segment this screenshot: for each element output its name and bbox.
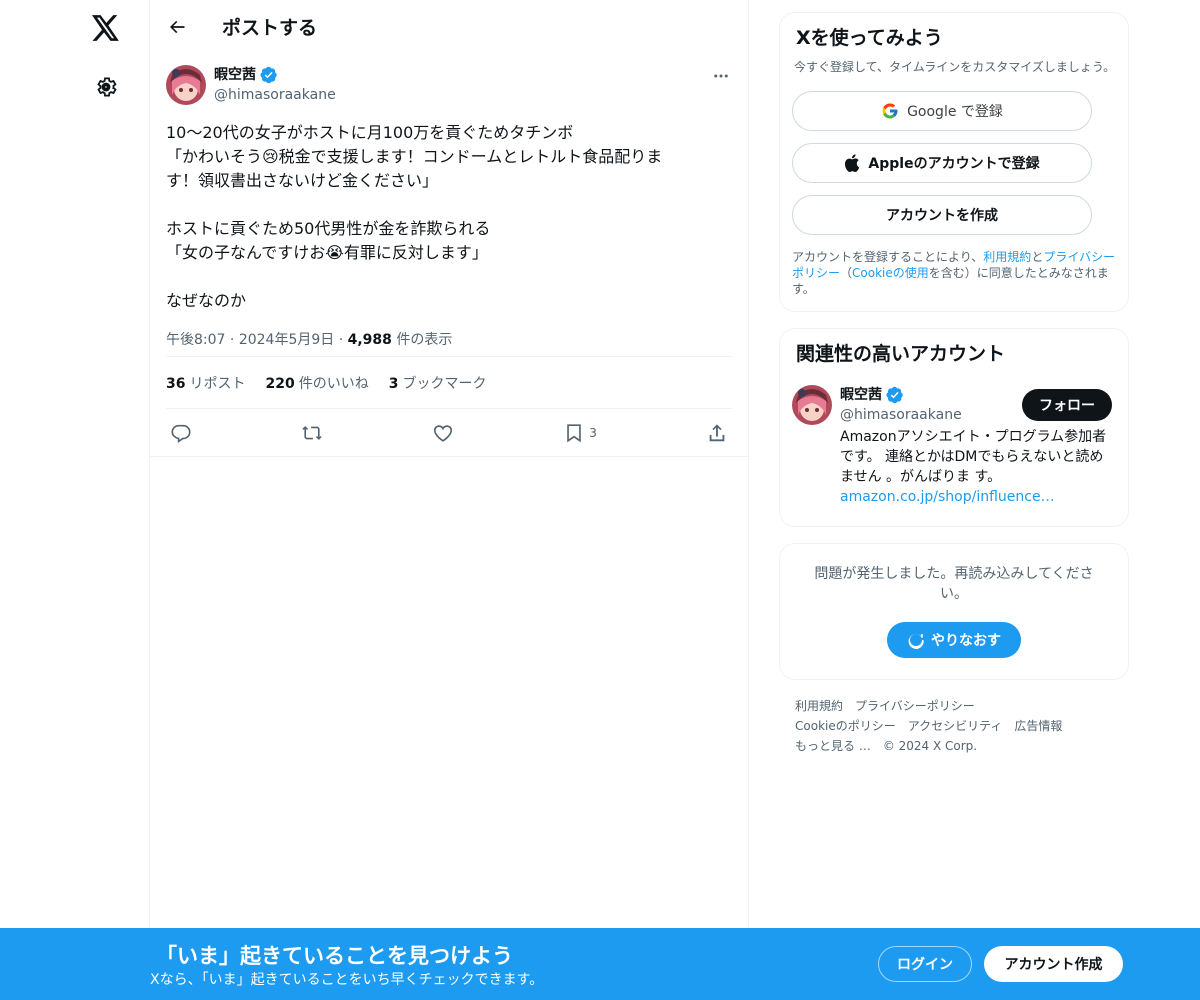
related-bio-link[interactable]: amazon.co.jp/shop/influence… (840, 489, 1055, 505)
post: 暇空茜 @himasoraakane 10〜20代の女子がホストに月100万を貢… (150, 53, 748, 457)
bookmark-count: 3 (589, 425, 597, 440)
reposts-label: リポスト (189, 375, 246, 392)
create-account-label: アカウントを作成 (886, 208, 998, 224)
terms-link[interactable]: 利用規約 (983, 250, 1031, 264)
likes-count: 220 (265, 375, 295, 392)
avatar[interactable] (792, 385, 832, 425)
likes-stat[interactable]: 220 件のいいね (265, 373, 368, 393)
like-button[interactable] (432, 422, 454, 444)
signup-card: Xを使ってみよう 今すぐ登録して、タイムラインをカスタマイズしましょう。 Goo… (779, 12, 1129, 312)
apple-signup-label: Appleのアカウントで登録 (868, 156, 1040, 172)
signup-legal-text: アカウントを登録することにより、利用規約とプライバシーポリシー（Cookieの使… (792, 249, 1116, 297)
author-name: 暇空茜 (214, 67, 256, 83)
views-label: 件の表示 (396, 332, 453, 348)
footer-cookie[interactable]: Cookieのポリシー (795, 719, 896, 733)
avatar[interactable] (166, 65, 206, 105)
signup-title: Xを使ってみよう (796, 27, 943, 49)
apple-signup-button[interactable]: Appleのアカウントで登録 (792, 143, 1092, 183)
author-name-row[interactable]: 暇空茜 (214, 65, 336, 85)
google-icon (881, 102, 899, 120)
left-nav (0, 0, 150, 1000)
related-user[interactable]: 暇空茜 @himasoraakane Amazonアソシエイト・プログラム参加者… (792, 385, 1116, 507)
retry-button[interactable]: やりなおす (887, 622, 1021, 658)
related-title: 関連性の高いアカウント (796, 343, 1006, 365)
repost-button[interactable] (301, 422, 323, 444)
legal-text-1: アカウントを登録することにより、 (792, 250, 984, 264)
x-logo-icon[interactable] (86, 8, 126, 48)
meta-separator: · (338, 332, 348, 348)
author-info: 暇空茜 @himasoraakane (214, 65, 336, 105)
author-handle[interactable]: @himasoraakane (214, 85, 336, 105)
bookmark-icon (567, 423, 582, 442)
post-time[interactable]: 午後8:07 (166, 332, 225, 348)
footer-links: 利用規約 プライバシーポリシー Cookieのポリシー アクセシビリティ 広告情報 も… (779, 696, 1129, 756)
page-header: ポストする (150, 0, 748, 53)
bottom-signup-bar: 「いま」起きていることを見つけよう Xなら、「いま」起きていることをいち早くチェ… (0, 928, 1200, 1000)
error-card: 問題が発生しました。再読み込みしてください。 やりなおす (779, 543, 1129, 680)
post-meta: 午後8:07 · 2024年5月9日 · 4,988 件の表示 (166, 323, 732, 357)
related-name: 暇空茜 (840, 387, 882, 403)
page-title: ポストする (222, 17, 318, 39)
footer-privacy[interactable]: プライバシーポリシー (855, 699, 975, 713)
retry-label: やりなおす (931, 633, 1001, 649)
views-count: 4,988 (347, 332, 392, 348)
error-message: 問題が発生しました。再読み込みしてください。 (814, 566, 1094, 602)
bookmarks-count: 3 (388, 375, 399, 392)
reposts-count: 36 (166, 375, 186, 392)
post-text: 10〜20代の女子がホストに月100万を貢ぐためタチンボ 「かわいそう😢税金で支… (166, 123, 663, 310)
login-button[interactable]: ログイン (878, 946, 972, 982)
heart-icon (434, 424, 453, 442)
reply-button[interactable] (170, 422, 192, 444)
footer-ads[interactable]: 広告情報 (1014, 719, 1062, 733)
post-actions: 3 (150, 409, 748, 457)
more-options-icon[interactable] (710, 65, 732, 87)
meta-separator: · (229, 332, 239, 348)
related-bio-text: Amazonアソシエイト・プログラム参加者です。 連絡とかはDMでもらえないと読… (840, 429, 1107, 485)
footer-accessibility[interactable]: アクセシビリティ (908, 719, 1003, 733)
legal-text-3: （ (840, 266, 853, 280)
footer-more[interactable]: もっと見る … (795, 739, 871, 753)
cookie-link[interactable]: Cookieの使用 (852, 266, 929, 280)
reposts-stat[interactable]: 36 リポスト (166, 373, 245, 393)
signup-button[interactable]: アカウント作成 (984, 946, 1123, 982)
bottom-bar-subtitle: Xなら、「いま」起きていることをいち早くチェックできます。 (150, 972, 544, 988)
follow-button[interactable]: フォロー (1022, 389, 1112, 421)
main-column: ポストする 暇空茜 @himasoraakane 10〜20代の女子がホストに月… (149, 0, 749, 1000)
repost-icon (302, 425, 322, 440)
google-signup-label: Google で登録 (907, 104, 1003, 120)
legal-text-2: と (1031, 250, 1044, 264)
likes-label: 件のいいね (298, 375, 369, 392)
verified-badge-icon (260, 66, 277, 84)
share-icon (709, 423, 725, 441)
signup-subtitle: 今すぐ登録して、タイムラインをカスタマイズしましょう。 (794, 60, 1116, 74)
create-account-button[interactable]: アカウントを作成 (792, 195, 1092, 235)
reply-icon (171, 424, 191, 443)
google-signup-button[interactable]: Google で登録 (792, 91, 1092, 131)
bookmarks-stat[interactable]: 3 ブックマーク (389, 373, 487, 393)
footer-copyright: © 2024 X Corp. (882, 739, 978, 753)
related-accounts-card: 関連性の高いアカウント 暇空茜 @himasoraakane Amazonアソシ… (779, 328, 1129, 527)
apple-icon (844, 154, 860, 172)
back-arrow-icon[interactable] (166, 16, 188, 38)
post-author: 暇空茜 @himasoraakane (166, 65, 732, 109)
bookmark-button[interactable]: 3 (563, 422, 597, 444)
right-sidebar: Xを使ってみよう 今すぐ登録して、タイムラインをカスタマイズしましょう。 Goo… (779, 12, 1129, 756)
post-stats: 36 リポスト 220 件のいいね 3 ブックマーク (166, 357, 732, 409)
footer-terms[interactable]: 利用規約 (795, 699, 843, 713)
related-bio: Amazonアソシエイト・プログラム参加者です。 連絡とかはDMでもらえないと読… (840, 427, 1110, 507)
bottom-bar-title: 「いま」起きていることを見つけよう (156, 944, 513, 968)
verified-badge-icon (886, 386, 903, 404)
gear-icon[interactable] (86, 67, 126, 107)
post-date[interactable]: 2024年5月9日 (239, 332, 334, 348)
refresh-icon (908, 633, 924, 649)
share-button[interactable] (706, 422, 728, 444)
bookmarks-label: ブックマーク (402, 375, 487, 392)
